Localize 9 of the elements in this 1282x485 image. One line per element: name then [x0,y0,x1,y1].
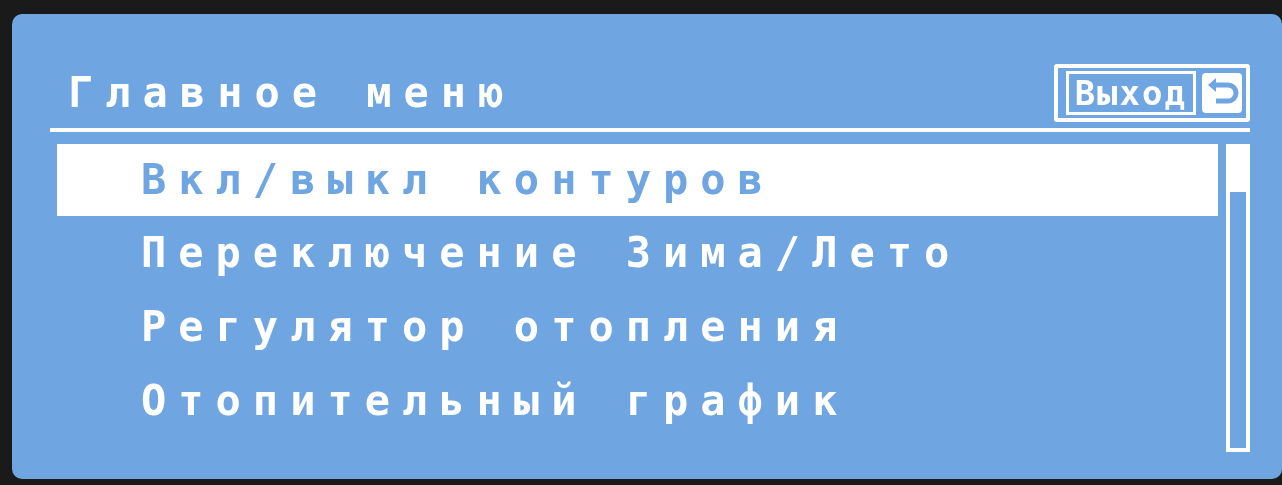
exit-label: Выход [1065,71,1196,115]
menu-item[interactable]: Переключение Зима/Лето [57,216,1218,290]
scrollbar[interactable] [1226,144,1250,452]
menu-item[interactable]: Отопительный график [57,364,1218,438]
menu-title: Главное меню [68,72,516,114]
exit-button[interactable]: Выход [1053,64,1250,122]
return-icon [1202,73,1242,113]
menu-item[interactable]: Регулятор отопления [57,290,1218,364]
menu-item[interactable]: Вкл/выкл контуров [57,144,1218,216]
